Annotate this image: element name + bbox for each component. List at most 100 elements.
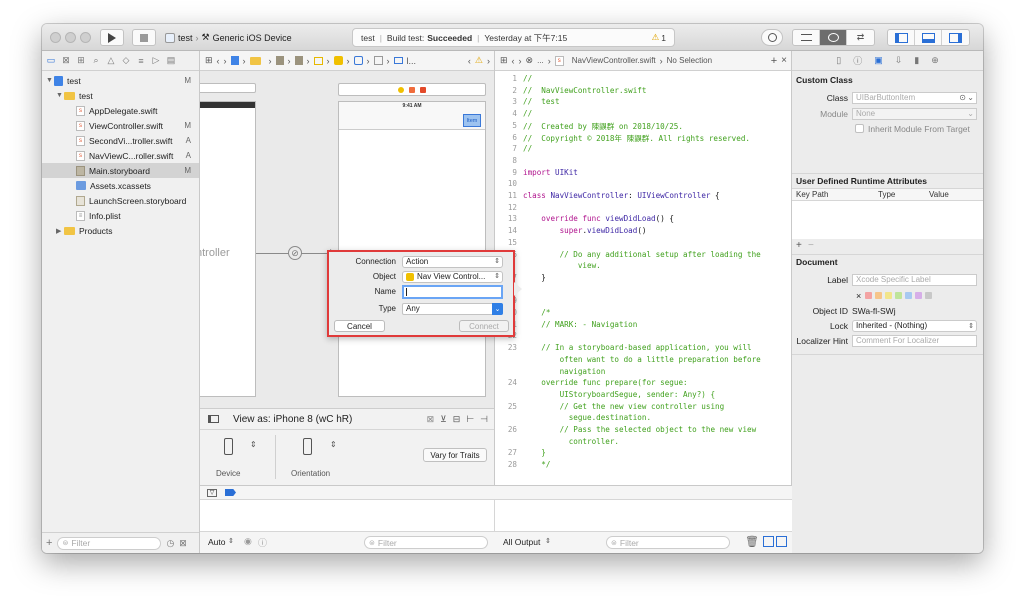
clear-label-color-icon[interactable]: × (856, 291, 861, 301)
code-line[interactable]: 28 */ (495, 460, 791, 469)
stepper-icon[interactable]: ⇕ (250, 440, 257, 449)
ellipsis-icon[interactable]: ... (537, 56, 544, 65)
identity-inspector-icon[interactable]: ▣ (874, 55, 883, 66)
split-right-icon[interactable] (776, 536, 787, 547)
symbol-icon[interactable]: ⊞ (76, 55, 86, 66)
add-attribute-icon[interactable]: + (796, 240, 802, 251)
code-line[interactable]: 12 (495, 203, 791, 212)
test-icon[interactable]: ◇ (121, 55, 131, 66)
line-number[interactable]: 8 (495, 156, 523, 165)
warning-icon[interactable]: ⚠ (475, 55, 483, 66)
warning-count[interactable]: 1 (661, 33, 666, 43)
source-control-icon[interactable]: ⊠ (61, 55, 71, 66)
back-icon[interactable]: ‹ (468, 56, 471, 66)
controller-icon[interactable] (398, 86, 404, 93)
class-field[interactable]: UIBarButtonItem ⊙ ⌄ (852, 91, 977, 104)
tree-item-file[interactable]: LaunchScreen.storyboard (42, 193, 199, 208)
vary-for-traits-button[interactable]: Vary for Traits (423, 448, 487, 462)
tree-item-file[interactable]: s SecondVi...troller.swift A (42, 133, 199, 148)
tree-item-file[interactable]: s NavViewC...roller.swift A (42, 148, 199, 163)
code-line[interactable]: 20 /* (495, 308, 791, 317)
related-items-icon[interactable]: ⊞ (205, 55, 213, 66)
code-line[interactable]: segue.destination. (495, 413, 791, 422)
code-line[interactable]: 6// Copyright © 2018年 陳鼳群. All rights re… (495, 133, 791, 144)
line-number[interactable]: 1 (495, 74, 523, 83)
label-color-swatch[interactable] (875, 292, 883, 299)
code-line[interactable]: UIStoryboardSegue, sender: Any?) { (495, 390, 791, 399)
close-window-button[interactable] (50, 32, 61, 43)
name-field[interactable] (402, 284, 503, 299)
recent-files-icon[interactable]: ◷ (166, 538, 174, 549)
code-line[interactable]: 27 } (495, 448, 791, 457)
code-line[interactable]: 26 // Pass the selected object to the ne… (495, 425, 791, 434)
code-line[interactable]: 7// (495, 144, 791, 153)
split-left-icon[interactable] (763, 536, 774, 547)
code-line[interactable]: 11 class NavViewController: UIViewControl… (495, 191, 791, 200)
type-combobox[interactable]: Any ⌄ (402, 302, 503, 315)
scheme-selector[interactable]: test › ⚒ Generic iOS Device (165, 29, 292, 46)
first-responder-icon[interactable] (409, 86, 415, 93)
label-color-swatch[interactable] (925, 292, 933, 299)
orientation-selector[interactable] (303, 438, 312, 455)
code-line[interactable]: 4// (495, 109, 791, 118)
bar-button-item[interactable]: Item (463, 114, 481, 127)
code-line[interactable]: 9 import UIKit (495, 168, 791, 177)
back-icon[interactable]: ‹ (512, 56, 515, 66)
cancel-button[interactable]: Cancel (334, 320, 385, 332)
label-color-swatch[interactable] (895, 292, 903, 299)
line-number[interactable]: 10 (495, 179, 523, 188)
stepper-icon[interactable]: ⇕ (228, 537, 234, 545)
debug-icon[interactable]: ≡ (136, 56, 146, 66)
tree-item-file[interactable]: Assets.xcassets (42, 178, 199, 193)
tree-item-folder[interactable]: ▼ test (42, 88, 199, 103)
line-number[interactable]: 4 (495, 109, 523, 118)
exit-icon[interactable] (420, 86, 426, 93)
breakpoints-toggle-icon[interactable] (225, 489, 236, 496)
run-button[interactable] (100, 29, 124, 46)
code-line[interactable]: 24 override func prepare(for segue: (495, 378, 791, 387)
device-selector[interactable] (224, 438, 233, 455)
arrow-right-circle-icon[interactable]: ⊙ (959, 93, 966, 102)
disclosure-open-icon[interactable]: ▼ (56, 92, 64, 99)
code-line[interactable]: 18 (495, 285, 791, 294)
close-editor-icon[interactable]: × (781, 55, 787, 66)
add-icon[interactable]: + (46, 537, 52, 549)
minimize-window-button[interactable] (65, 32, 76, 43)
disclosure-open-icon[interactable]: ▼ (46, 77, 54, 84)
info-icon[interactable]: ⓘ (258, 536, 267, 549)
localizer-field[interactable]: Comment For Localizer (852, 334, 977, 347)
label-color-swatch[interactable] (865, 292, 873, 299)
navigator-filter-field[interactable]: ⊜ Filter (57, 536, 162, 550)
module-field[interactable]: None ⌄ (852, 107, 977, 120)
tree-item-folder[interactable]: ▶ Products (42, 223, 199, 238)
ib-jump-truncated[interactable]: l... (407, 56, 417, 66)
line-number[interactable]: 13 (495, 214, 523, 223)
automatic-icon[interactable]: ⊗ (526, 55, 534, 66)
tree-item-file[interactable]: ≡ Info.plist (42, 208, 199, 223)
align-icon[interactable]: ⊟ (453, 414, 461, 425)
toggle-inspector-button[interactable] (942, 30, 969, 45)
code-jump-file[interactable]: NavViewController.swift (572, 56, 656, 65)
view-as-label[interactable]: View as: iPhone 8 (wC hR) (233, 414, 352, 425)
console-filter-field[interactable]: ⊜ Filter (606, 536, 730, 549)
line-number[interactable]: 11 (495, 191, 523, 200)
tree-item-project[interactable]: ▼ test M (42, 73, 199, 88)
code-line[interactable]: 14 super.viewDidLoad() (495, 226, 791, 235)
code-line[interactable]: often want to do a little preparation be… (495, 355, 791, 364)
search-icon[interactable]: ⌕ (91, 55, 101, 66)
line-number[interactable] (495, 437, 523, 446)
report-icon[interactable]: ▤ (166, 55, 176, 66)
line-number[interactable]: 9 (495, 168, 523, 177)
code-line[interactable]: 2// NavViewController.swift (495, 86, 791, 95)
label-field[interactable]: Xcode Specific Label (852, 273, 977, 286)
line-number[interactable]: 26 (495, 425, 523, 434)
line-number[interactable] (495, 355, 523, 364)
attributes-inspector-icon[interactable]: ⇩ (895, 55, 903, 66)
assistant-editor-button[interactable] (820, 30, 847, 45)
file-inspector-icon[interactable]: ▯ (836, 55, 841, 66)
trash-icon[interactable]: 🗑 (745, 535, 759, 548)
code-line[interactable]: 8 (495, 156, 791, 165)
line-number[interactable]: 27 (495, 448, 523, 457)
forward-icon[interactable]: › (224, 56, 227, 66)
udra-table[interactable] (792, 201, 983, 239)
